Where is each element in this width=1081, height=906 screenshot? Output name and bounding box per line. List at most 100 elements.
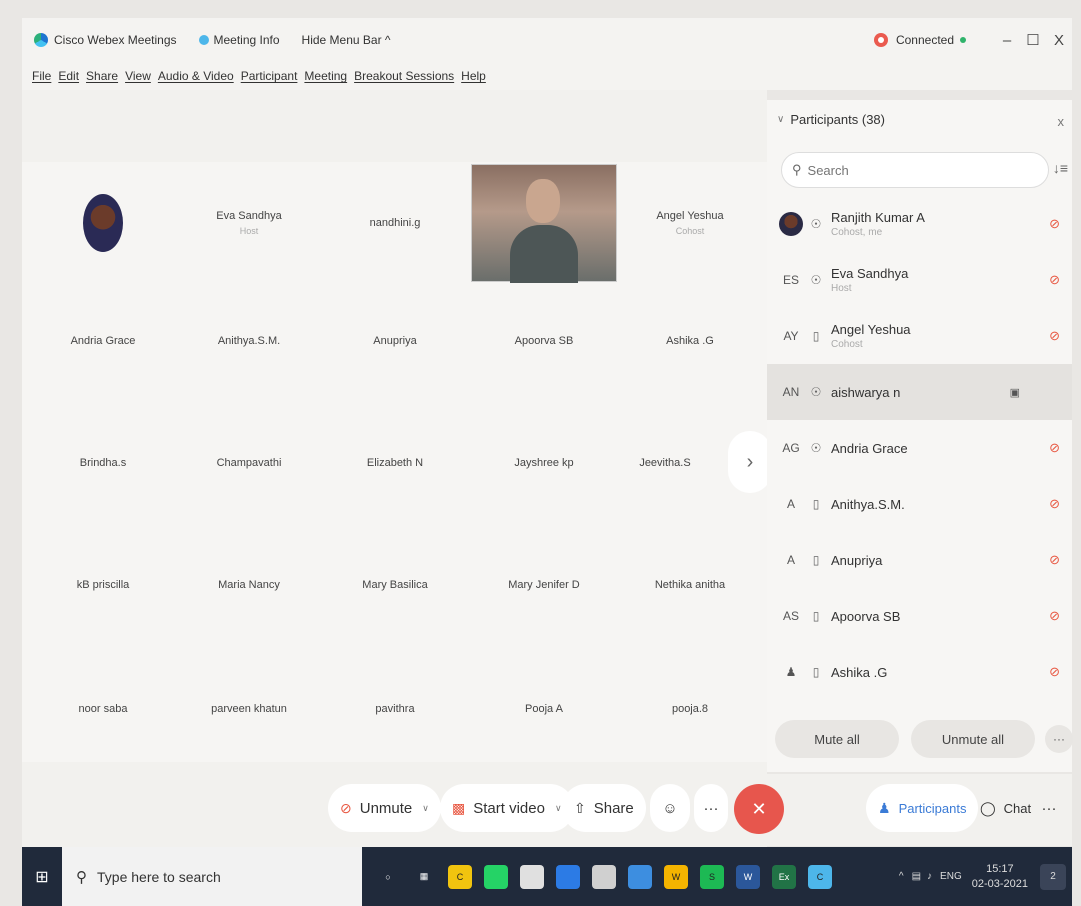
muted-mic-icon[interactable]: ⊘: [1049, 216, 1060, 232]
participant-row[interactable]: ES ☉ Eva Sandhya Host ⊘: [767, 252, 1072, 308]
reactions-button[interactable]: ☺: [650, 784, 690, 832]
grid-tile[interactable]: Ashika .G: [617, 282, 763, 400]
grid-tile[interactable]: kB priscilla: [30, 526, 176, 644]
menu-file[interactable]: File: [32, 69, 51, 83]
participant-row[interactable]: AN ☉ aishwarya n ▣: [767, 364, 1072, 420]
participant-search[interactable]: ⚲: [781, 152, 1049, 188]
tile-name: Nethika anitha: [654, 579, 726, 591]
grid-tile[interactable]: Eva Sandhya Host: [176, 164, 322, 282]
participant-row[interactable]: ♟ ▯ Ashika .G ⊘: [767, 644, 1072, 686]
network-icon[interactable]: ▤: [912, 871, 921, 882]
muted-mic-icon[interactable]: ⊘: [1049, 496, 1060, 512]
participant-name: Andria Grace: [831, 440, 908, 456]
panel-header[interactable]: ∨ Participants (38): [777, 112, 885, 127]
spotify-app-icon[interactable]: S: [700, 864, 724, 889]
mute-all-button[interactable]: Mute all: [775, 720, 899, 758]
windows-start-icon[interactable]: ⊞: [22, 867, 62, 887]
grid-tile[interactable]: Andria Grace: [30, 282, 176, 400]
app-icon[interactable]: [556, 864, 580, 889]
grid-tile-ranjith[interactable]: [30, 164, 176, 282]
grid-tile[interactable]: noor saba: [30, 650, 176, 768]
unmute-button[interactable]: ⊘ Unmute ∨: [328, 784, 441, 832]
video-tile[interactable]: [471, 164, 617, 283]
grid-tile[interactable]: Nethika anitha: [617, 526, 763, 644]
start-video-button[interactable]: ▩ Start video ∨: [440, 784, 574, 832]
grid-tile[interactable]: Apoorva SB: [471, 282, 617, 400]
participant-row[interactable]: AY ▯ Angel Yeshua Cohost ⊘: [767, 308, 1072, 364]
grid-tile[interactable]: Mary Basilica: [322, 526, 468, 644]
grid-tile[interactable]: Jeevitha.S: [592, 404, 738, 522]
video-camera-icon[interactable]: ▣: [1010, 386, 1020, 399]
grid-tile[interactable]: pavithra: [322, 650, 468, 768]
grid-tile[interactable]: Anithya.S.M.: [176, 282, 322, 400]
grid-tile[interactable]: Anupriya: [322, 282, 468, 400]
mail-app-icon[interactable]: [628, 864, 652, 889]
grid-tile[interactable]: Maria Nancy: [176, 526, 322, 644]
participants-button[interactable]: ♟ Participants: [866, 784, 979, 832]
notification-icon[interactable]: 2: [1040, 863, 1066, 890]
whatsapp-app-icon[interactable]: [484, 864, 508, 889]
grid-tile[interactable]: Champavathi: [176, 404, 322, 522]
grid-tile[interactable]: Mary Jenifer D: [471, 526, 617, 644]
participant-row[interactable]: A ▯ Anupriya ⊘: [767, 532, 1072, 588]
volume-icon[interactable]: ♪: [927, 871, 932, 882]
share-button[interactable]: ⇧ Share: [562, 784, 646, 832]
word-app-icon[interactable]: W: [736, 864, 760, 889]
muted-mic-icon[interactable]: ⊘: [1049, 272, 1060, 288]
tile-name: nandhini.g: [369, 217, 421, 229]
clock[interactable]: 15:17 02-03-2021: [972, 862, 1028, 892]
participant-row[interactable]: ☉ Ranjith Kumar A Cohost, me ⊘: [767, 196, 1072, 252]
meeting-info-button[interactable]: Meeting Info: [198, 33, 280, 47]
chrome-app-icon[interactable]: C: [448, 864, 472, 889]
grid-tile[interactable]: Pooja A: [471, 650, 617, 768]
participant-row[interactable]: A ▯ Anithya.S.M. ⊘: [767, 476, 1072, 532]
webex-app-icon[interactable]: C: [808, 864, 832, 889]
language-indicator[interactable]: ENG: [940, 871, 962, 882]
panel-close-button[interactable]: x: [1058, 114, 1065, 129]
close-window-button[interactable]: X: [1046, 32, 1072, 49]
app-icon[interactable]: W: [664, 864, 688, 889]
participant-row[interactable]: AG ☉ Andria Grace ⊘: [767, 420, 1072, 476]
taskbar-search[interactable]: ⚲ Type here to search: [62, 847, 362, 906]
grid-tile[interactable]: parveen khatun: [176, 650, 322, 768]
muted-mic-icon[interactable]: ⊘: [1049, 608, 1060, 624]
cortana-icon[interactable]: ○: [376, 865, 400, 889]
muted-mic-icon[interactable]: ⊘: [1049, 328, 1060, 344]
menu-meeting[interactable]: Meeting: [304, 69, 347, 83]
app-icon[interactable]: [520, 864, 544, 889]
unmute-all-button[interactable]: Unmute all: [911, 720, 1035, 758]
tray-chevron-icon[interactable]: ^: [899, 871, 904, 882]
search-input[interactable]: [807, 162, 1008, 178]
muted-mic-icon[interactable]: ⊘: [1049, 664, 1060, 680]
muted-mic-icon[interactable]: ⊘: [1049, 440, 1060, 456]
avatar: [83, 194, 123, 252]
panel-title: Participants (38): [790, 112, 885, 127]
menu-view[interactable]: View: [125, 69, 151, 83]
hide-menu-bar-button[interactable]: Hide Menu Bar ^: [302, 33, 391, 47]
grid-tile[interactable]: Angel Yeshua Cohost: [617, 164, 763, 282]
participant-row[interactable]: AS ▯ Apoorva SB ⊘: [767, 588, 1072, 644]
grid-tile[interactable]: Elizabeth N: [322, 404, 468, 522]
excel-app-icon[interactable]: Ex: [772, 864, 796, 889]
participant-initials: ES: [782, 273, 799, 287]
menu-audio-video[interactable]: Audio & Video: [158, 69, 234, 83]
task-view-icon[interactable]: ▦: [412, 865, 436, 889]
next-page-button[interactable]: ›: [728, 431, 772, 493]
grid-tile[interactable]: nandhini.g: [322, 164, 468, 282]
maximize-button[interactable]: ☐: [1020, 31, 1046, 49]
toolbar-overflow-button[interactable]: ···: [1032, 784, 1066, 832]
muted-mic-icon[interactable]: ⊘: [1049, 552, 1060, 568]
minimize-button[interactable]: –: [994, 32, 1020, 49]
app-icon[interactable]: [592, 864, 616, 889]
grid-tile[interactable]: pooja.8: [617, 650, 763, 768]
menu-share[interactable]: Share: [86, 69, 118, 83]
menu-help[interactable]: Help: [461, 69, 486, 83]
menu-participant[interactable]: Participant: [241, 69, 298, 83]
sort-icon[interactable]: ↓≡: [1053, 160, 1068, 176]
more-options-button[interactable]: ···: [694, 784, 728, 832]
menu-edit[interactable]: Edit: [58, 69, 79, 83]
leave-meeting-button[interactable]: ✕: [734, 784, 784, 834]
grid-tile[interactable]: Brindha.s: [30, 404, 176, 522]
panel-more-button[interactable]: ···: [1045, 725, 1073, 753]
menu-breakout-sessions[interactable]: Breakout Sessions: [354, 69, 454, 83]
